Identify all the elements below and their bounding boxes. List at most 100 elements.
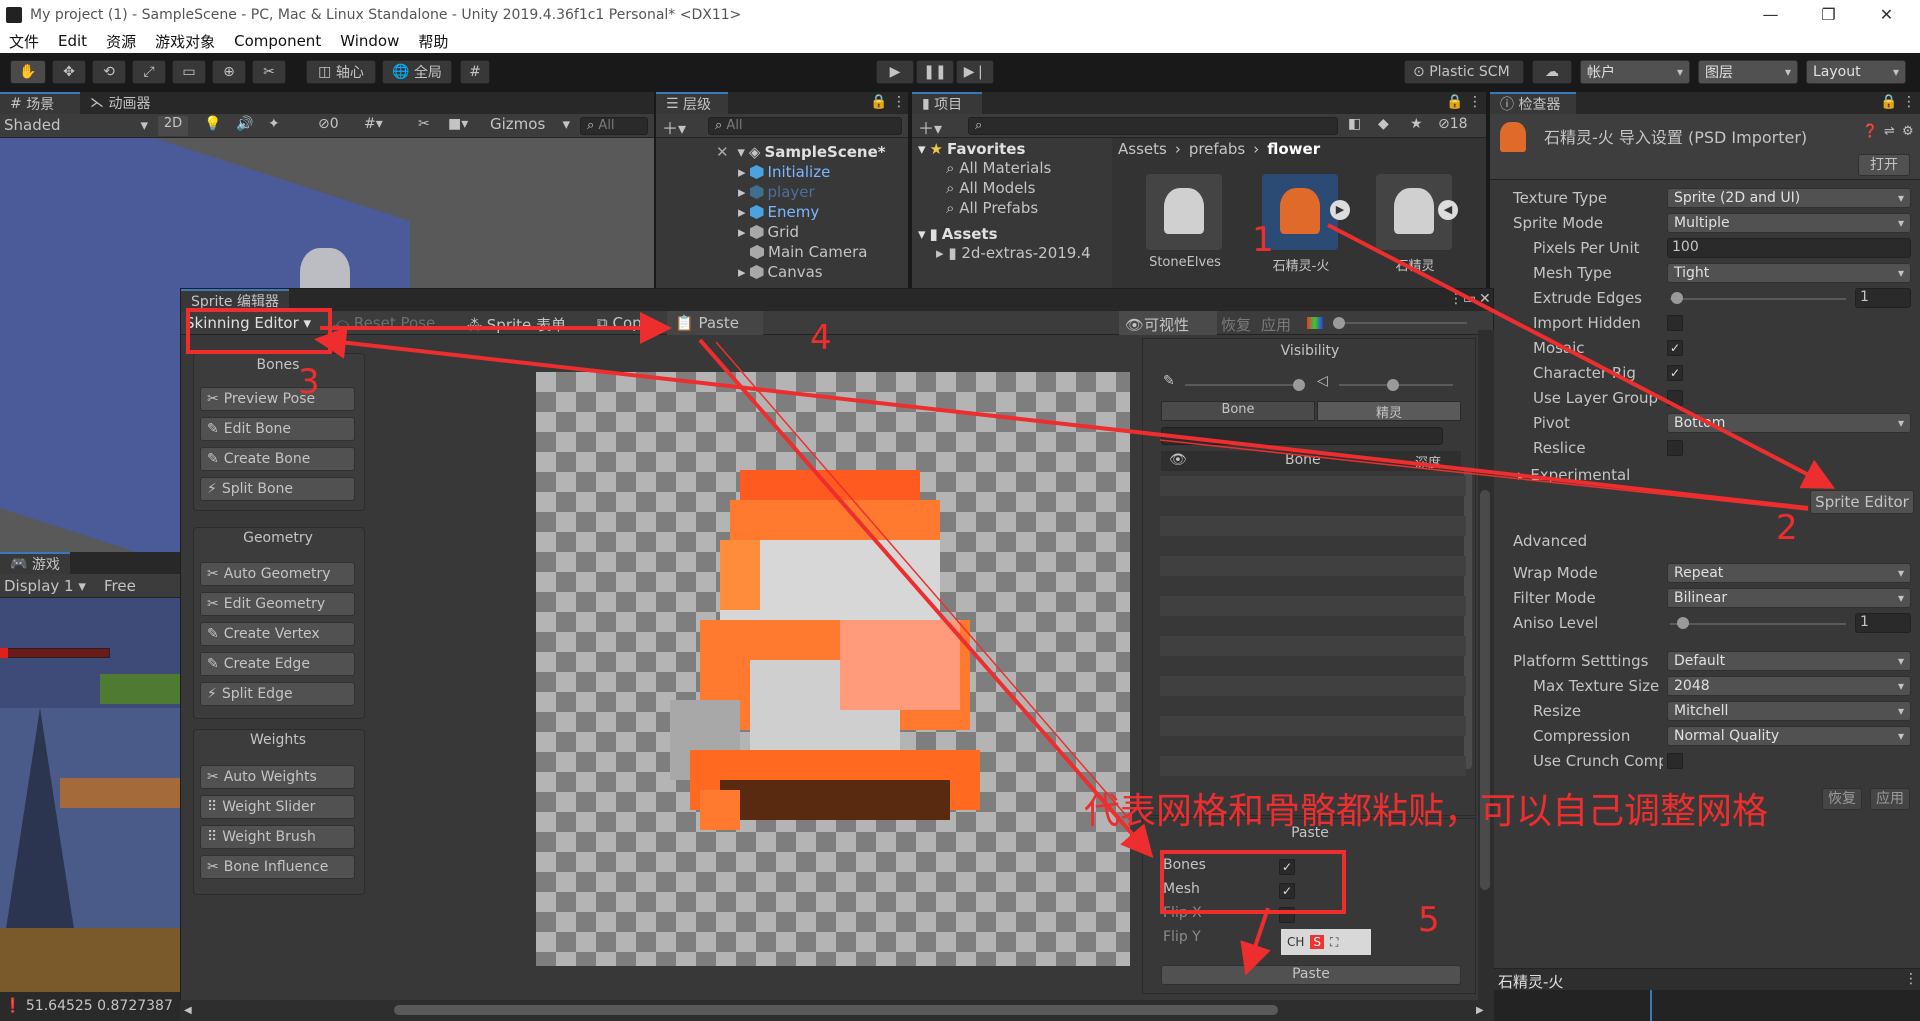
hierarchy-item-initialize[interactable]: ▸ Initialize	[738, 163, 830, 181]
thumb-stoneelves[interactable]	[1146, 174, 1222, 250]
collapse-play-icon[interactable]: ◀	[1438, 200, 1458, 220]
mosaic-checkbox[interactable]: ✓	[1667, 340, 1683, 356]
tab-scene[interactable]: # 场景	[0, 92, 80, 114]
menu-edit[interactable]: Edit	[49, 32, 97, 50]
mesh-opacity-thumb[interactable]	[1387, 379, 1399, 391]
pause-button[interactable]: ❚❚	[916, 60, 954, 84]
mesh-type-dropdown[interactable]: Tight	[1667, 263, 1911, 283]
aniso-input[interactable]: 1	[1855, 613, 1911, 633]
breadcrumb-item[interactable]: flower	[1267, 140, 1320, 158]
game-view[interactable]	[0, 598, 182, 992]
lock-icon[interactable]: 🔒	[1446, 94, 1463, 110]
menu-help[interactable]: 帮助	[409, 31, 458, 52]
menu-gameobject[interactable]: 游戏对象	[146, 31, 225, 52]
transform-tool-icon[interactable]: ⊕	[212, 60, 246, 84]
menu-dots-icon[interactable]: ⋮	[1902, 94, 1916, 110]
crunch-checkbox[interactable]	[1667, 753, 1683, 769]
extrude-input[interactable]: 1	[1855, 288, 1911, 308]
bone-opacity-track[interactable]	[1185, 384, 1299, 386]
plastic-scm-button[interactable]: ⊙ Plastic SCM	[1404, 60, 1524, 84]
compression-dropdown[interactable]: Normal Quality	[1667, 726, 1911, 746]
visibility-toggle[interactable]: 👁可视性	[1119, 311, 1217, 335]
preview-pose-button[interactable]: ✂ Preview Pose	[200, 387, 355, 411]
visibility-search-input[interactable]	[1161, 427, 1443, 445]
scrollbar-thumb[interactable]	[394, 1005, 1278, 1015]
create-bone-button[interactable]: ✎ Create Bone	[200, 447, 355, 471]
lock-icon[interactable]: 🔒	[870, 94, 887, 110]
scroll-left-icon[interactable]: ◀	[184, 1005, 192, 1016]
horizontal-scrollbar[interactable]: ◀ ▶	[180, 1000, 1494, 1021]
scale-tool-icon[interactable]: ⤢	[132, 60, 166, 84]
hierarchy-item-enemy[interactable]: ▸ Enemy	[738, 203, 819, 221]
paste-button[interactable]: 📋 Paste	[667, 311, 763, 335]
2d-toggle[interactable]: 2D	[158, 116, 188, 136]
breadcrumb-item[interactable]: prefabs	[1189, 140, 1245, 158]
sprite-editor-button[interactable]: Sprite Editor	[1810, 490, 1914, 514]
hierarchy-item-grid[interactable]: ▸ Grid	[738, 223, 799, 241]
import-hidden-checkbox[interactable]	[1667, 315, 1683, 331]
camera-icon[interactable]: ■▾	[448, 116, 468, 132]
label-icon[interactable]: ◆	[1378, 116, 1389, 132]
open-button[interactable]: 打开	[1858, 154, 1910, 176]
platform-dropdown[interactable]: Default	[1667, 651, 1911, 671]
project-search-input[interactable]: ⌕	[968, 117, 1338, 135]
edit-geometry-button[interactable]: ✂ Edit Geometry	[200, 592, 355, 616]
max-size-dropdown[interactable]: 2048	[1667, 676, 1911, 696]
tab-animator[interactable]: ⋋ 动画器	[80, 93, 160, 113]
tab-bone[interactable]: Bone	[1161, 401, 1315, 421]
extrude-slider-thumb[interactable]	[1671, 292, 1683, 304]
hidden-packages-toggle[interactable]: ⊘ 18	[1438, 116, 1468, 132]
zoom-slider-track[interactable]	[1337, 322, 1467, 324]
account-dropdown[interactable]: 帐户	[1580, 60, 1690, 84]
menu-dots-icon[interactable]: ⋮	[1449, 291, 1463, 307]
aniso-slider-track[interactable]	[1670, 623, 1846, 625]
color-channel-icon[interactable]	[1307, 317, 1323, 329]
bone-opacity-thumb[interactable]	[1293, 379, 1305, 391]
extrude-slider-track[interactable]	[1670, 298, 1846, 300]
help-icon[interactable]: ❓	[1862, 124, 1878, 139]
split-edge-button[interactable]: ⚡ Split Edge	[200, 682, 355, 706]
ppu-input[interactable]: 100	[1667, 238, 1911, 258]
reslice-checkbox[interactable]	[1667, 440, 1683, 456]
sprite-list-button[interactable]: ⁂ Sprite 表单	[467, 314, 566, 335]
hierarchy-item-canvas[interactable]: ▸ Canvas	[738, 263, 823, 281]
reset-pose-button[interactable]: ⤺ Reset Pose	[333, 314, 435, 332]
lock-icon[interactable]: 🔒	[1880, 94, 1897, 110]
use-layer-group-checkbox[interactable]	[1667, 390, 1683, 406]
menu-assets[interactable]: 资源	[97, 31, 146, 52]
inspector-apply-button[interactable]: 应用	[1870, 788, 1910, 810]
light-icon[interactable]: 💡	[204, 116, 221, 132]
vertical-scrollbar[interactable]	[1478, 330, 1494, 1000]
move-tool-icon[interactable]: ✥	[52, 60, 86, 84]
tab-sprite[interactable]: 精灵	[1317, 401, 1461, 421]
custom-tool-icon[interactable]: ✂	[252, 60, 286, 84]
menu-dots-icon[interactable]: ⋮	[1904, 971, 1918, 987]
aniso-slider-thumb[interactable]	[1677, 617, 1689, 629]
tab-inspector[interactable]: ⓘ 检查器	[1490, 92, 1576, 114]
global-toggle[interactable]: 🌐 全局	[382, 60, 452, 84]
add-icon[interactable]: ＋▾	[662, 115, 686, 139]
step-button[interactable]: ▶❘	[956, 60, 994, 84]
add-icon[interactable]: ＋▾	[918, 115, 942, 139]
wrap-mode-dropdown[interactable]: Repeat	[1667, 563, 1911, 583]
editor-revert-button[interactable]: 恢复	[1221, 314, 1251, 335]
edit-bone-button[interactable]: ✎ Edit Bone	[200, 417, 355, 441]
presets-icon[interactable]: ⇌	[1884, 124, 1895, 139]
filter-type-icon[interactable]: ◧	[1348, 116, 1361, 132]
scroll-right-icon[interactable]: ▶	[1476, 1005, 1484, 1016]
rect-tool-icon[interactable]: ▭	[172, 60, 206, 84]
ime-toolbar[interactable]: CH S ⛶	[1281, 929, 1371, 955]
menu-dots-icon[interactable]: ⋮	[1468, 94, 1482, 110]
play-button[interactable]: ▶	[876, 60, 914, 84]
hierarchy-item-camera[interactable]: Main Camera	[750, 243, 867, 261]
favorite-item[interactable]: ⌕ All Models	[946, 179, 1035, 197]
auto-geometry-button[interactable]: ✂ Auto Geometry	[200, 562, 355, 586]
weight-brush-button[interactable]: ⠿ Weight Brush	[200, 825, 355, 849]
display-dropdown[interactable]: Display 1 ▾	[4, 577, 86, 595]
minimize-icon[interactable]: —	[1748, 0, 1793, 29]
assets-group[interactable]: ▾ ▮ Assets	[918, 225, 998, 243]
hand-tool-icon[interactable]: ✋	[10, 60, 46, 84]
maximize-icon[interactable]: ▭	[1463, 291, 1476, 307]
auto-weights-button[interactable]: ✂ Auto Weights	[200, 765, 355, 789]
inspector-revert-button[interactable]: 恢复	[1822, 788, 1862, 810]
